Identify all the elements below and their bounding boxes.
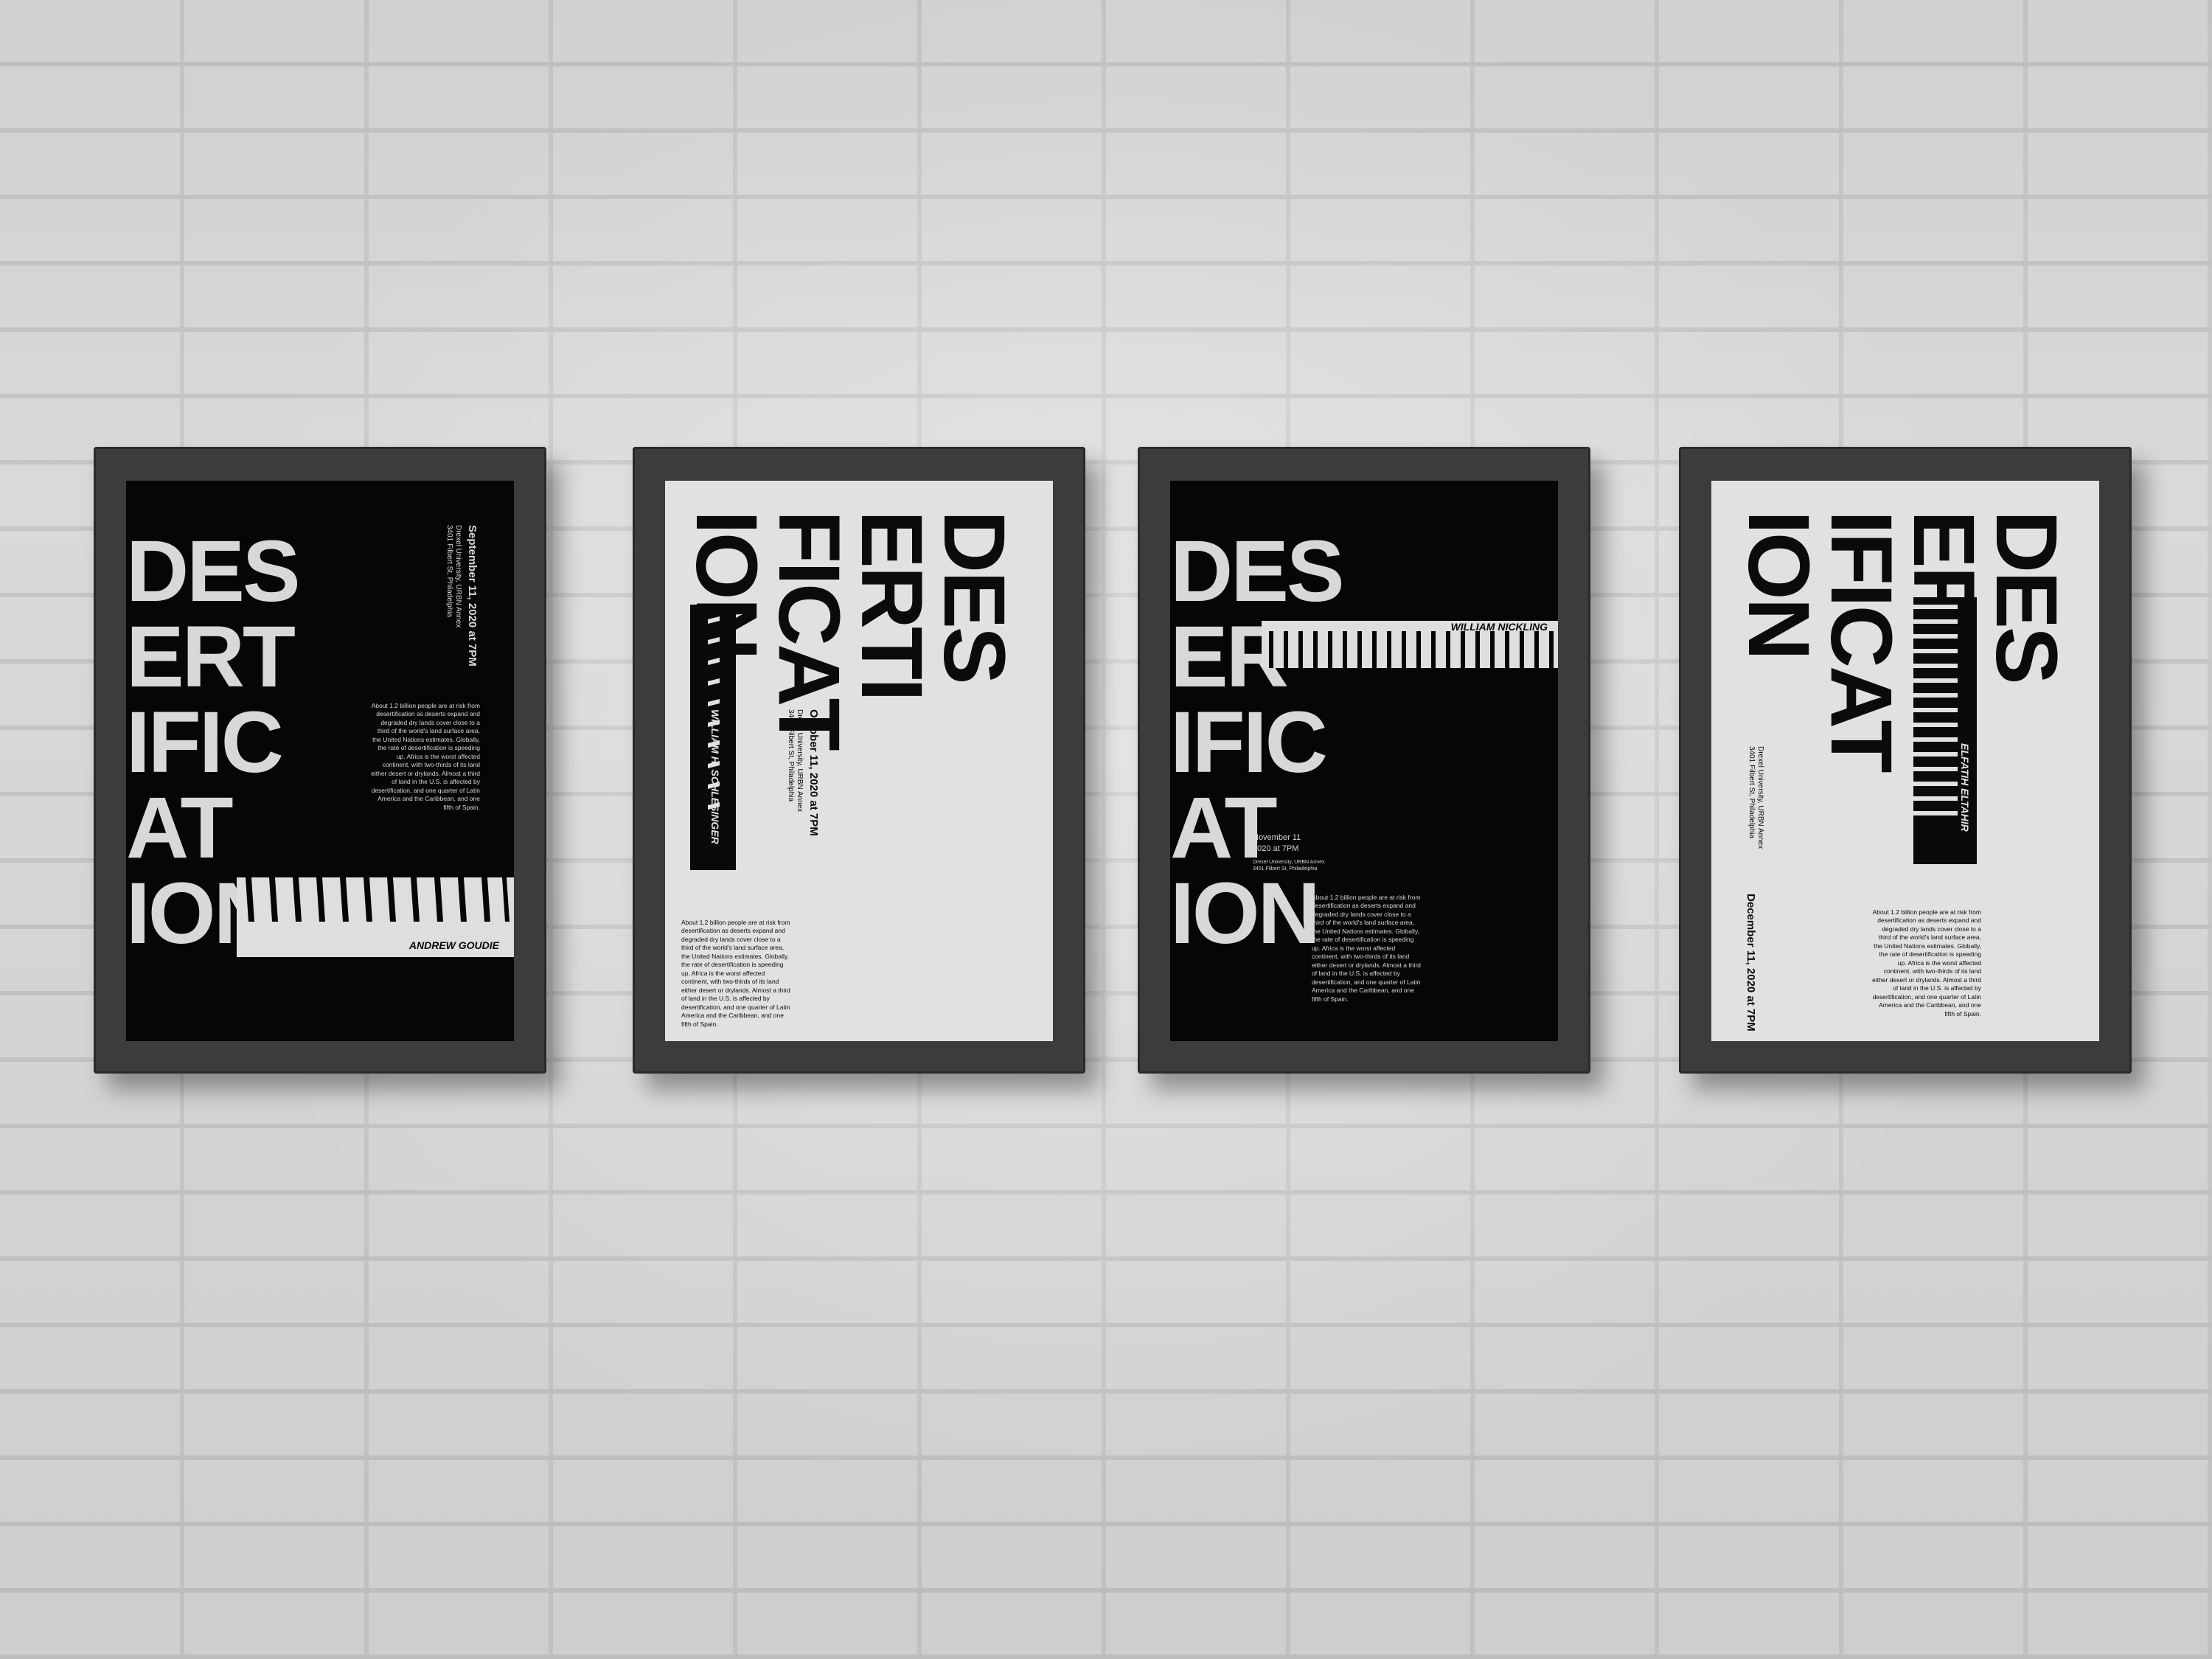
body-paragraph: About 1.2 billion people are at risk fro… [681,919,790,1028]
address: 3401 Filbert St, Philadelphia [787,709,795,802]
striped-bar: ANDREW GOUDIE [237,877,514,957]
poster-4: DES ER IFICAT ION ELFATIH ELTAHIR Drexel… [1711,481,2099,1041]
poster-3: DES ER IFIC AT ION WILLIAM NICKLING Nove… [1170,481,1558,1041]
title-line: IFIC [1170,694,1328,791]
poster-2: DES ERTI FICAT ION WILLIAM H. SCHLESINGE… [665,481,1053,1041]
event-date-line-2: 2020 at 7PM [1253,844,1299,853]
venue: Drexel University, URBN Annex [796,709,804,813]
title-line: AT [126,779,234,877]
title-line: DES [126,523,301,620]
body-paragraph: About 1.2 billion people are at risk fro… [371,702,480,811]
poster-frame-4: DES ER IFICAT ION ELFATIH ELTAHIR Drexel… [1679,447,2132,1074]
title-line: DES [925,510,1023,683]
event-date-line-1: November 11 [1253,833,1301,842]
poster-frame-3: DES ER IFIC AT ION WILLIAM NICKLING Nove… [1138,447,1590,1074]
title-line: DES [1170,523,1345,620]
event-date: December 11, 2020 at 7PM [1745,894,1757,1032]
title-line: DES [1978,510,2075,683]
speaker-name: ELFATIH ELTAHIR [1959,743,1971,832]
title-line: ERT [126,608,296,706]
striped-bar: WILLIAM NICKLING [1262,621,1558,668]
venue: Drexel University, URBN Annex [1253,860,1325,865]
address: 3401 Filbert St, Philadelphia [1747,746,1756,839]
speaker-name: WILLIAM NICKLING [1450,621,1548,633]
title-line: IFICAT [1812,510,1910,771]
poster-frame-2: DES ERTI FICAT ION WILLIAM H. SCHLESINGE… [633,447,1085,1074]
body-paragraph: About 1.2 billion people are at risk fro… [1312,894,1421,1003]
address: 3401 Filbert St, Philadelphia [1253,866,1318,872]
title-line: AT [1170,779,1278,877]
speaker-name: ANDREW GOUDIE [408,939,499,951]
event-date: September 11, 2020 at 7PM [466,525,479,667]
address: 3401 Filbert St, Philadelphia [445,525,453,618]
poster-1: DES ERT IFIC AT ION September 11, 2020 a… [126,481,514,1041]
venue: Drexel University, URBN Annex [1756,746,1764,849]
body-paragraph: About 1.2 billion people are at risk fro… [1872,908,1981,1018]
title-line: ERTI [843,510,940,700]
title-line: ION [1730,510,1827,658]
title-line: ION [1170,865,1321,962]
event-date: October 11, 2020 at 7PM [807,709,820,836]
speaker-name: WILLIAM H. SCHLESINGER [709,709,721,844]
title-line: IFIC [126,694,284,791]
poster-frame-1: DES ERT IFIC AT ION September 11, 2020 a… [94,447,546,1074]
venue: Drexel University, URBN Annex [454,525,462,628]
